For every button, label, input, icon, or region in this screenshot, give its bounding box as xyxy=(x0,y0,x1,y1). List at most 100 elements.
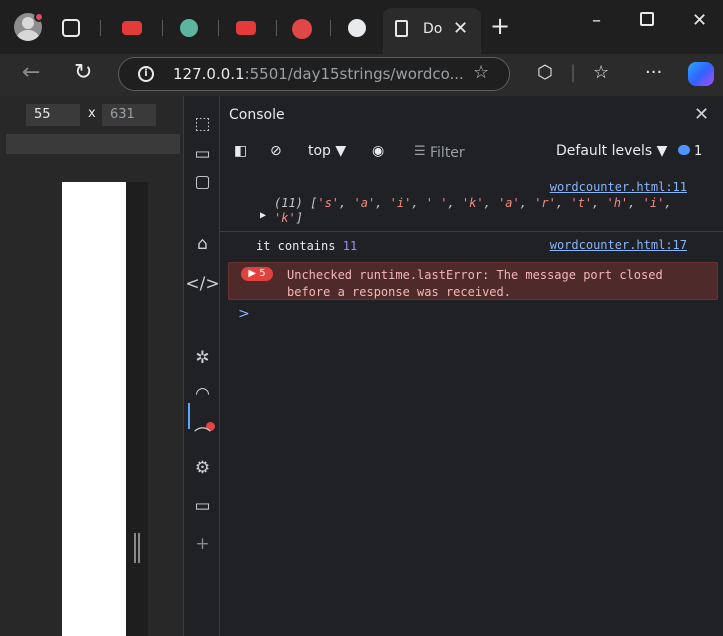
active-tab-title: Do xyxy=(423,21,443,37)
page-viewport[interactable] xyxy=(62,182,126,636)
console-toolbar: ◧ ⊘ top ▼ ◉ ☰ Filter Default levels ▼ 1 xyxy=(220,138,723,168)
back-arrow-icon[interactable]: ← xyxy=(22,60,40,85)
tab-actions-icon[interactable] xyxy=(62,19,80,37)
profile-notification-badge xyxy=(34,12,44,22)
tab-separator xyxy=(330,20,331,36)
log-text: it contains 11 xyxy=(256,239,357,253)
error-count-badge: ▶ 5 xyxy=(241,267,273,281)
maximize-icon[interactable] xyxy=(640,12,654,26)
document-icon xyxy=(395,20,408,37)
new-tab-icon[interactable]: + xyxy=(490,12,510,40)
welcome-home-icon[interactable]: ⌂ xyxy=(184,234,221,254)
log-levels-dropdown[interactable]: Default levels ▼ xyxy=(556,143,667,159)
console-title: Console xyxy=(229,107,285,123)
dimension-separator: x xyxy=(88,106,96,121)
url-path: :5501/day15strings/wordco... xyxy=(244,65,464,83)
device-height-input[interactable]: 631 xyxy=(102,104,156,126)
array-item: 'i' xyxy=(389,196,412,210)
devtools-activity-bar: ⬚ ▭ ▢ ⌂ </> ✲ ◠ ⌒ ⚙ ▭ + xyxy=(183,96,220,636)
viewport-resize-handle[interactable] xyxy=(134,533,140,563)
url-host: 127.0.0.1 xyxy=(173,65,245,83)
close-window-icon[interactable]: ✕ xyxy=(692,10,707,31)
console-header: Console ✕ xyxy=(220,96,723,134)
array-preview[interactable]: (11) ['s', 'a', 'i', ' ', 'k', 'a', 'r',… xyxy=(274,196,674,226)
tab-separator xyxy=(162,20,163,36)
performance-icon[interactable]: ⌒ xyxy=(184,422,221,447)
chevron-down-icon: ▼ xyxy=(335,143,347,159)
viewport-gutter xyxy=(126,182,148,636)
sidebar-toggle-icon[interactable]: ◧ xyxy=(234,143,247,159)
media-query-bar[interactable] xyxy=(6,134,180,154)
active-tab[interactable]: Do ✕ xyxy=(383,8,481,54)
context-label: top xyxy=(308,143,331,159)
array-item: 'h' xyxy=(606,196,629,210)
tab-separator xyxy=(218,20,219,36)
expand-triangle-icon[interactable]: ▶ xyxy=(260,210,266,221)
array-item: 'k' xyxy=(461,196,484,210)
tab-separator xyxy=(100,20,101,36)
clear-console-icon[interactable]: ⊘ xyxy=(270,143,282,159)
tuf-tab-icon[interactable] xyxy=(292,19,312,39)
error-text: Unchecked runtime.lastError: The message… xyxy=(287,268,663,299)
array-item: ' ' xyxy=(425,196,448,210)
memory-chip-icon[interactable]: ⚙ xyxy=(184,458,221,478)
device-emulation-icon[interactable]: ▭ xyxy=(184,144,221,164)
device-width-input[interactable]: 55 xyxy=(26,104,80,126)
close-panel-icon[interactable]: ✕ xyxy=(694,104,709,125)
filter-placeholder: Filter xyxy=(430,145,465,161)
navigation-bar: ← ↻ i 127.0.0.1:5501/day15strings/wordco… xyxy=(0,54,723,96)
array-item: 'a' xyxy=(498,196,520,210)
toolbar-divider: | xyxy=(570,62,577,83)
array-item: 'a' xyxy=(353,196,376,210)
close-tab-icon[interactable]: ✕ xyxy=(453,18,468,39)
filter-input[interactable]: ☰ Filter xyxy=(406,141,536,165)
log-levels-label: Default levels xyxy=(556,143,653,159)
console-panel: Console ✕ ◧ ⊘ top ▼ ◉ ☰ Filter Default l… xyxy=(220,96,723,636)
url-text[interactable]: 127.0.0.1:5501/day15strings/wordco... xyxy=(173,65,464,83)
array-item: 'i' xyxy=(642,196,665,210)
sources-bug-icon[interactable]: ✲ xyxy=(184,348,221,368)
extensions-icon[interactable]: ⬡ xyxy=(537,62,553,83)
favorites-icon[interactable]: ☆ xyxy=(593,62,609,83)
context-selector[interactable]: top ▼ xyxy=(308,143,346,159)
application-icon[interactable]: ▭ xyxy=(184,496,221,516)
array-item: 'k' xyxy=(274,211,296,225)
console-error-message: ▶ 5 Unchecked runtime.lastError: The mes… xyxy=(228,262,718,300)
refresh-icon[interactable]: ↻ xyxy=(74,60,92,85)
array-item: 'r' xyxy=(534,196,556,210)
issues-count: 1 xyxy=(694,144,703,159)
array-length: (11) xyxy=(274,196,303,210)
tab-strip: Do ✕ + – ✕ xyxy=(0,0,723,54)
inspect-element-icon[interactable]: ⬚ xyxy=(184,114,221,134)
log-number: 11 xyxy=(342,239,358,253)
more-tools-plus-icon[interactable]: + xyxy=(184,534,221,554)
log-label: it contains xyxy=(256,239,336,253)
console-prompt[interactable]: > xyxy=(238,306,250,322)
tab-separator xyxy=(276,20,277,36)
chatgpt-tab-icon[interactable] xyxy=(180,19,198,37)
console-message-count: wordcounter.html:17 it contains 11 xyxy=(220,238,723,258)
issues-counter[interactable]: 1 xyxy=(678,144,702,159)
filter-icon: ☰ xyxy=(414,144,426,159)
github-tab-icon[interactable] xyxy=(348,19,366,37)
array-item: 's' xyxy=(317,196,340,210)
chevron-down-icon: ▼ xyxy=(656,143,668,159)
live-expression-eye-icon[interactable]: ◉ xyxy=(372,143,384,159)
array-item: 't' xyxy=(570,196,593,210)
more-icon[interactable]: ··· xyxy=(645,62,662,83)
elements-icon[interactable]: </> xyxy=(184,274,221,294)
youtube-tab-icon[interactable] xyxy=(122,21,142,35)
source-link[interactable]: wordcounter.html:17 xyxy=(550,238,687,252)
console-message-array: wordcounter.html:11 ▶ (11) ['s', 'a', 'i… xyxy=(220,180,723,232)
youtube-tab-icon[interactable] xyxy=(236,21,256,35)
network-wifi-icon[interactable]: ◠ xyxy=(184,384,221,404)
star-icon[interactable]: ☆ xyxy=(473,62,489,83)
panel-toggle-icon[interactable]: ▢ xyxy=(184,172,221,192)
site-info-icon[interactable]: i xyxy=(138,66,154,82)
source-link[interactable]: wordcounter.html:11 xyxy=(550,180,687,194)
issues-icon xyxy=(678,145,690,155)
error-count: 5 xyxy=(259,268,266,279)
address-bar[interactable]: i 127.0.0.1:5501/day15strings/wordco... … xyxy=(118,57,510,91)
minimize-icon[interactable]: – xyxy=(592,10,601,31)
copilot-icon[interactable] xyxy=(688,62,714,86)
